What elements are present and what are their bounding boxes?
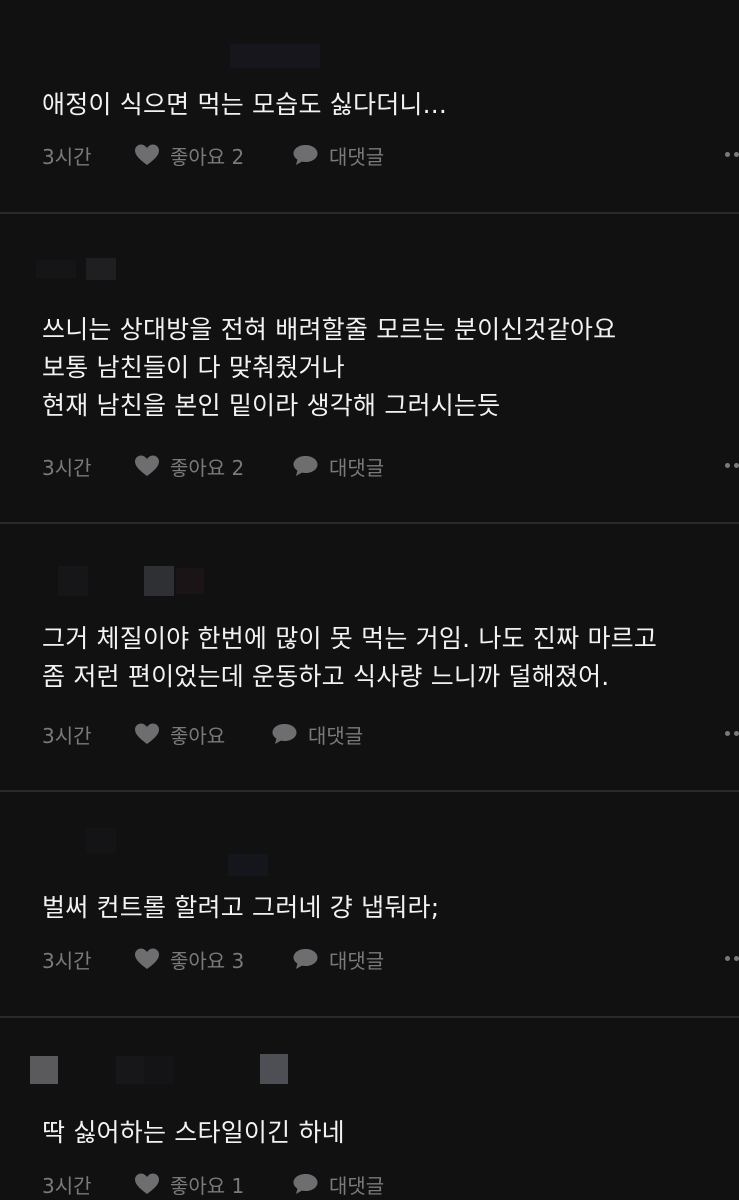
comment-text: 그거 체질이야 한번에 많이 못 먹는 거임. 나도 진짜 마르고 좀 저런 편… <box>42 624 658 691</box>
comment-time: 3시간 <box>42 948 92 973</box>
like-label: 좋아요 2 <box>170 144 245 169</box>
reply-label: 대댓글 <box>308 723 364 748</box>
avatar-redacted <box>144 566 174 596</box>
comment-item: 애정이 식으면 먹는 모습도 싫다더니... 3시간 좋아요 2 대댓글 <box>0 0 739 212</box>
speech-bubble-icon <box>292 143 319 167</box>
comment-meta: 3시간 좋아요 2 대댓글 <box>42 451 739 481</box>
comment-text: 애정이 식으면 먹는 모습도 싫다더니... <box>42 90 448 119</box>
more-dots-icon[interactable] <box>725 463 739 469</box>
avatar-redacted <box>116 1056 146 1084</box>
avatar-redacted <box>58 566 88 596</box>
like-button[interactable]: 좋아요 <box>134 719 225 749</box>
speech-bubble-icon <box>292 947 319 971</box>
username-redacted <box>230 44 320 68</box>
like-button[interactable]: 좋아요 2 <box>134 451 244 481</box>
more-dots-icon[interactable] <box>725 956 739 962</box>
avatar-redacted <box>144 1056 174 1084</box>
like-button[interactable]: 좋아요 1 <box>134 1169 244 1199</box>
speech-bubble-icon <box>271 722 298 746</box>
speech-bubble-icon <box>292 1172 319 1196</box>
comment-meta: 3시간 좋아요 3 대댓글 <box>42 944 739 974</box>
comment-list: 애정이 식으면 먹는 모습도 싫다더니... 3시간 좋아요 2 대댓글 쓰니는… <box>0 0 739 1200</box>
avatar-redacted <box>86 258 116 280</box>
comment-time: 3시간 <box>42 455 92 480</box>
speech-bubble-icon <box>292 454 319 478</box>
reply-button[interactable]: 대댓글 <box>271 719 363 749</box>
username-redacted <box>36 260 76 278</box>
comment-item: 쓰니는 상대방을 전혀 배려할줄 모르는 분이신것같아요 보통 남친들이 다 맞… <box>0 214 739 522</box>
reply-button[interactable]: 대댓글 <box>292 140 384 170</box>
heart-icon <box>134 143 160 167</box>
reply-button[interactable]: 대댓글 <box>292 1169 384 1199</box>
reply-label: 대댓글 <box>329 455 385 480</box>
comment-time: 3시간 <box>42 144 92 169</box>
more-dots-icon[interactable] <box>725 731 739 737</box>
reply-button[interactable]: 대댓글 <box>292 944 384 974</box>
comment-time: 3시간 <box>42 723 92 748</box>
comment-meta: 3시간 좋아요 대댓글 <box>42 719 739 749</box>
like-label: 좋아요 <box>170 723 226 748</box>
avatar-redacted <box>86 828 116 854</box>
avatar-redacted <box>260 1054 288 1084</box>
comment-text: 딱 싫어하는 스타일이긴 하네 <box>42 1118 345 1147</box>
comment-text: 벌써 컨트롤 할려고 그러네 걍 냅둬라; <box>42 893 440 922</box>
avatar-redacted <box>30 1056 58 1084</box>
reply-label: 대댓글 <box>329 1173 385 1198</box>
reply-label: 대댓글 <box>329 948 385 973</box>
comment-text: 쓰니는 상대방을 전혀 배려할줄 모르는 분이신것같아요 보통 남친들이 다 맞… <box>42 315 617 420</box>
username-redacted <box>176 568 204 594</box>
username-redacted <box>228 854 268 876</box>
reply-label: 대댓글 <box>329 144 385 169</box>
like-button[interactable]: 좋아요 2 <box>134 140 244 170</box>
comment-meta: 3시간 좋아요 2 대댓글 <box>42 140 739 170</box>
like-label: 좋아요 2 <box>170 455 245 480</box>
heart-icon <box>134 454 160 478</box>
heart-icon <box>134 1172 160 1196</box>
comment-item: 딱 싫어하는 스타일이긴 하네 3시간 좋아요 1 대댓글 <box>0 1018 739 1200</box>
like-button[interactable]: 좋아요 3 <box>134 944 244 974</box>
comment-meta: 3시간 좋아요 1 대댓글 <box>42 1169 739 1199</box>
heart-icon <box>134 722 160 746</box>
comment-item: 벌써 컨트롤 할려고 그러네 걍 냅둬라; 3시간 좋아요 3 대댓글 <box>0 792 739 1016</box>
comment-time: 3시간 <box>42 1173 92 1198</box>
like-label: 좋아요 1 <box>170 1173 245 1198</box>
heart-icon <box>134 947 160 971</box>
more-dots-icon[interactable] <box>725 152 739 158</box>
comment-item: 그거 체질이야 한번에 많이 못 먹는 거임. 나도 진짜 마르고 좀 저런 편… <box>0 524 739 790</box>
reply-button[interactable]: 대댓글 <box>292 451 384 481</box>
like-label: 좋아요 3 <box>170 948 245 973</box>
